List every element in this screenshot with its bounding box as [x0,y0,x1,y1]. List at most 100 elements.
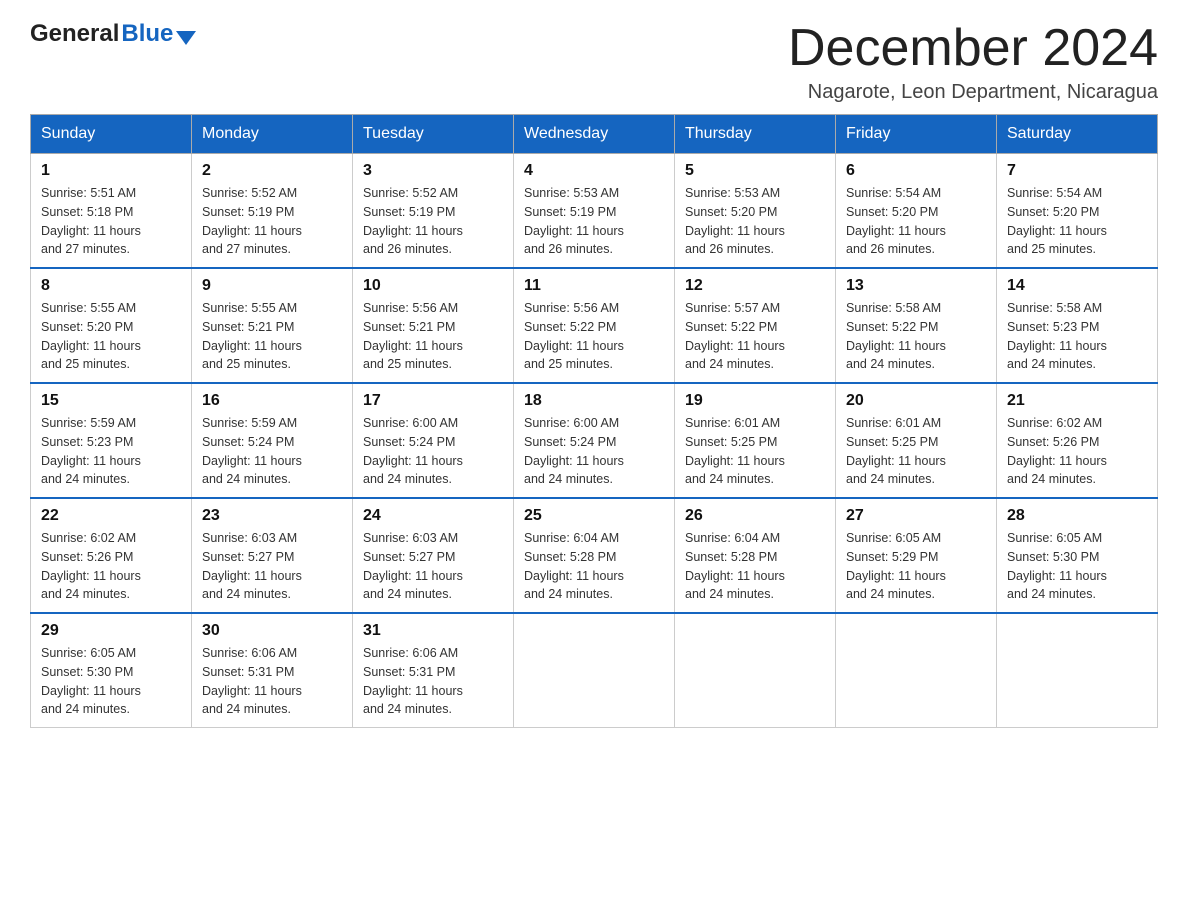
day-info: Sunrise: 6:06 AM Sunset: 5:31 PM Dayligh… [363,644,503,719]
day-number: 20 [846,392,986,410]
day-info: Sunrise: 5:59 AM Sunset: 5:24 PM Dayligh… [202,414,342,489]
day-number: 21 [1007,392,1147,410]
calendar-cell: 9 Sunrise: 5:55 AM Sunset: 5:21 PM Dayli… [192,268,353,383]
col-friday: Friday [836,115,997,154]
calendar-cell: 4 Sunrise: 5:53 AM Sunset: 5:19 PM Dayli… [514,154,675,269]
day-info: Sunrise: 5:51 AM Sunset: 5:18 PM Dayligh… [41,184,181,259]
col-monday: Monday [192,115,353,154]
day-info: Sunrise: 6:03 AM Sunset: 5:27 PM Dayligh… [363,529,503,604]
calendar-cell: 19 Sunrise: 6:01 AM Sunset: 5:25 PM Dayl… [675,383,836,498]
calendar-cell [675,613,836,728]
col-thursday: Thursday [675,115,836,154]
day-info: Sunrise: 6:02 AM Sunset: 5:26 PM Dayligh… [41,529,181,604]
calendar-cell [836,613,997,728]
day-info: Sunrise: 5:52 AM Sunset: 5:19 PM Dayligh… [202,184,342,259]
calendar-cell: 21 Sunrise: 6:02 AM Sunset: 5:26 PM Dayl… [997,383,1158,498]
day-info: Sunrise: 5:59 AM Sunset: 5:23 PM Dayligh… [41,414,181,489]
day-number: 10 [363,277,503,295]
calendar-cell: 17 Sunrise: 6:00 AM Sunset: 5:24 PM Dayl… [353,383,514,498]
day-info: Sunrise: 5:53 AM Sunset: 5:20 PM Dayligh… [685,184,825,259]
day-number: 24 [363,507,503,525]
day-info: Sunrise: 6:05 AM Sunset: 5:30 PM Dayligh… [1007,529,1147,604]
logo: General Blue [30,20,196,48]
calendar-cell: 22 Sunrise: 6:02 AM Sunset: 5:26 PM Dayl… [31,498,192,613]
day-info: Sunrise: 6:05 AM Sunset: 5:29 PM Dayligh… [846,529,986,604]
calendar-cell: 11 Sunrise: 5:56 AM Sunset: 5:22 PM Dayl… [514,268,675,383]
day-number: 18 [524,392,664,410]
calendar-cell [997,613,1158,728]
calendar-cell: 1 Sunrise: 5:51 AM Sunset: 5:18 PM Dayli… [31,154,192,269]
day-number: 12 [685,277,825,295]
calendar-cell [514,613,675,728]
day-info: Sunrise: 5:56 AM Sunset: 5:21 PM Dayligh… [363,299,503,374]
calendar-cell: 25 Sunrise: 6:04 AM Sunset: 5:28 PM Dayl… [514,498,675,613]
calendar-week-row: 22 Sunrise: 6:02 AM Sunset: 5:26 PM Dayl… [31,498,1158,613]
day-info: Sunrise: 6:02 AM Sunset: 5:26 PM Dayligh… [1007,414,1147,489]
day-info: Sunrise: 6:06 AM Sunset: 5:31 PM Dayligh… [202,644,342,719]
calendar-cell: 7 Sunrise: 5:54 AM Sunset: 5:20 PM Dayli… [997,154,1158,269]
day-info: Sunrise: 5:58 AM Sunset: 5:22 PM Dayligh… [846,299,986,374]
calendar-cell: 13 Sunrise: 5:58 AM Sunset: 5:22 PM Dayl… [836,268,997,383]
day-number: 3 [363,162,503,180]
day-number: 8 [41,277,181,295]
day-number: 23 [202,507,342,525]
day-info: Sunrise: 6:04 AM Sunset: 5:28 PM Dayligh… [524,529,664,604]
calendar-cell: 16 Sunrise: 5:59 AM Sunset: 5:24 PM Dayl… [192,383,353,498]
calendar-cell: 5 Sunrise: 5:53 AM Sunset: 5:20 PM Dayli… [675,154,836,269]
logo-blue-text: Blue [121,20,173,48]
col-sunday: Sunday [31,115,192,154]
title-block: December 2024 Nagarote, Leon Department,… [788,20,1158,104]
day-info: Sunrise: 6:04 AM Sunset: 5:28 PM Dayligh… [685,529,825,604]
day-info: Sunrise: 5:58 AM Sunset: 5:23 PM Dayligh… [1007,299,1147,374]
logo-arrow-icon [176,31,196,45]
day-info: Sunrise: 5:55 AM Sunset: 5:20 PM Dayligh… [41,299,181,374]
day-number: 27 [846,507,986,525]
day-number: 9 [202,277,342,295]
calendar-cell: 18 Sunrise: 6:00 AM Sunset: 5:24 PM Dayl… [514,383,675,498]
calendar-cell: 3 Sunrise: 5:52 AM Sunset: 5:19 PM Dayli… [353,154,514,269]
day-info: Sunrise: 5:54 AM Sunset: 5:20 PM Dayligh… [1007,184,1147,259]
calendar-cell: 27 Sunrise: 6:05 AM Sunset: 5:29 PM Dayl… [836,498,997,613]
calendar-cell: 6 Sunrise: 5:54 AM Sunset: 5:20 PM Dayli… [836,154,997,269]
calendar-week-row: 29 Sunrise: 6:05 AM Sunset: 5:30 PM Dayl… [31,613,1158,728]
day-number: 14 [1007,277,1147,295]
col-tuesday: Tuesday [353,115,514,154]
calendar-cell: 29 Sunrise: 6:05 AM Sunset: 5:30 PM Dayl… [31,613,192,728]
day-number: 7 [1007,162,1147,180]
month-title: December 2024 [788,20,1158,77]
day-number: 2 [202,162,342,180]
calendar-cell: 10 Sunrise: 5:56 AM Sunset: 5:21 PM Dayl… [353,268,514,383]
calendar-header-row: Sunday Monday Tuesday Wednesday Thursday… [31,115,1158,154]
day-info: Sunrise: 6:00 AM Sunset: 5:24 PM Dayligh… [524,414,664,489]
day-number: 29 [41,622,181,640]
day-number: 28 [1007,507,1147,525]
day-number: 26 [685,507,825,525]
day-number: 19 [685,392,825,410]
day-number: 1 [41,162,181,180]
day-info: Sunrise: 5:53 AM Sunset: 5:19 PM Dayligh… [524,184,664,259]
calendar-cell: 20 Sunrise: 6:01 AM Sunset: 5:25 PM Dayl… [836,383,997,498]
day-number: 31 [363,622,503,640]
day-number: 4 [524,162,664,180]
day-number: 6 [846,162,986,180]
day-info: Sunrise: 5:57 AM Sunset: 5:22 PM Dayligh… [685,299,825,374]
calendar-cell: 8 Sunrise: 5:55 AM Sunset: 5:20 PM Dayli… [31,268,192,383]
day-info: Sunrise: 6:03 AM Sunset: 5:27 PM Dayligh… [202,529,342,604]
day-info: Sunrise: 6:05 AM Sunset: 5:30 PM Dayligh… [41,644,181,719]
day-number: 13 [846,277,986,295]
day-info: Sunrise: 5:52 AM Sunset: 5:19 PM Dayligh… [363,184,503,259]
col-wednesday: Wednesday [514,115,675,154]
logo-general-text: General [30,20,119,48]
col-saturday: Saturday [997,115,1158,154]
calendar-week-row: 1 Sunrise: 5:51 AM Sunset: 5:18 PM Dayli… [31,154,1158,269]
calendar-cell: 15 Sunrise: 5:59 AM Sunset: 5:23 PM Dayl… [31,383,192,498]
calendar-cell: 30 Sunrise: 6:06 AM Sunset: 5:31 PM Dayl… [192,613,353,728]
calendar-cell: 31 Sunrise: 6:06 AM Sunset: 5:31 PM Dayl… [353,613,514,728]
day-number: 16 [202,392,342,410]
day-info: Sunrise: 5:54 AM Sunset: 5:20 PM Dayligh… [846,184,986,259]
day-info: Sunrise: 5:55 AM Sunset: 5:21 PM Dayligh… [202,299,342,374]
day-info: Sunrise: 6:01 AM Sunset: 5:25 PM Dayligh… [846,414,986,489]
day-number: 17 [363,392,503,410]
day-number: 11 [524,277,664,295]
day-number: 22 [41,507,181,525]
